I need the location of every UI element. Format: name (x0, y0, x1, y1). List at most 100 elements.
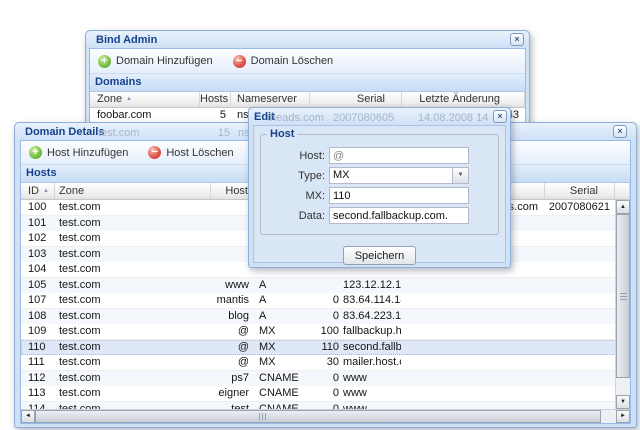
host-fieldset: Host Host: Type: MX ▼ MX: Dat (260, 128, 499, 235)
horizontal-scrollbar-thumb[interactable] (35, 410, 601, 423)
cell-nameserver (401, 309, 545, 325)
domains-grid-header: Zone ▲ Hosts Nameserver Serial Letzte Änd… (90, 92, 525, 108)
domain-delete-button[interactable]: − Domain Löschen (230, 54, 337, 69)
domain-details-close-icon[interactable]: × (613, 125, 627, 138)
add-icon: + (98, 54, 111, 68)
cell-serial (545, 371, 615, 387)
cell-serial (545, 309, 615, 325)
cell-zone: test.com (59, 232, 101, 244)
save-button[interactable]: Speichern (342, 246, 417, 265)
column-header-serial[interactable]: Serial (310, 92, 402, 107)
host-row[interactable]: 111 test.com @ MX 30 mailer.host.com (21, 355, 630, 371)
cell-mx: 0 (332, 371, 339, 384)
host-add-button[interactable]: + Host Hinzufügen (26, 145, 131, 160)
bind-admin-titlebar[interactable]: Bind Admin × (86, 31, 529, 48)
cell-data: fallbackup.host (343, 325, 401, 337)
horizontal-scrollbar[interactable]: ◄ ► (21, 409, 630, 423)
host-row[interactable]: 105 test.com www A 123.12.12.1 (21, 277, 630, 294)
cell-host: www (225, 278, 249, 291)
form-row-host: Host: (261, 147, 490, 164)
bind-admin-close-icon[interactable]: × (510, 33, 524, 46)
edit-dialog-body: Host Host: Type: MX ▼ MX: Dat (253, 125, 506, 265)
cell-host: mantis (216, 294, 249, 306)
ghost-zone-text: test.com (98, 127, 140, 139)
cell-host: @ (237, 325, 249, 337)
scroll-up-icon[interactable]: ▲ (616, 200, 630, 214)
cell-serial (545, 216, 615, 232)
cell-host: @ (237, 340, 249, 353)
column-header-letzte-aenderung[interactable]: Letzte Änderung (402, 92, 525, 107)
scroll-right-icon[interactable]: ► (616, 410, 630, 423)
edit-host-dialog: Edit × theads.com 2007080605 14.08.2008 … (248, 107, 511, 268)
column-header-host[interactable]: Host (211, 183, 253, 199)
host-row[interactable]: 112 test.com ps7 CNAME 0 www (21, 370, 630, 387)
cell-nameserver (401, 340, 545, 356)
cell-serial (545, 262, 615, 277)
host-row[interactable]: 109 test.com @ MX 100 fallbackup.host (21, 324, 630, 340)
ghost-changed-text: 14.08.2008 14 (418, 112, 489, 124)
cell-zone: test.com (59, 371, 101, 384)
data-field[interactable] (329, 207, 469, 224)
vertical-scrollbar-thumb[interactable] (616, 214, 630, 378)
host-row[interactable]: 108 test.com blog A 0 83.64.223.186 (21, 308, 630, 325)
cell-zone: test.com (59, 340, 101, 353)
cell-host: eigner (218, 387, 249, 399)
host-row[interactable]: 107 test.com mantis A 0 83.64.114.186 (21, 293, 630, 309)
host-row[interactable]: 113 test.com eigner CNAME 0 www (21, 386, 630, 402)
cell-id: 107 (28, 294, 47, 306)
host-row[interactable]: 114 test.com test CNAME 0 www (21, 401, 630, 410)
cell-zone: test.com (59, 356, 101, 368)
sort-asc-icon: ▲ (43, 188, 49, 194)
cell-mx: 0 (332, 294, 339, 306)
form-row-mx: MX: (261, 187, 490, 204)
cell-nameserver (401, 324, 545, 339)
host-field-label: Host: (299, 149, 325, 162)
column-header-serial[interactable]: Serial (545, 183, 615, 199)
cell-host (211, 216, 253, 232)
chevron-down-icon[interactable]: ▼ (452, 168, 468, 183)
cell-host: ps7 (231, 371, 249, 384)
cell-id: 104 (28, 263, 47, 275)
column-header-hosts[interactable]: Hosts (200, 92, 231, 107)
host-delete-button[interactable]: − Host Löschen (145, 145, 236, 160)
scroll-down-icon[interactable]: ▼ (616, 395, 630, 409)
column-header-nameserver[interactable]: Nameserver (231, 92, 310, 107)
host-row[interactable]: 110 test.com @ MX 110 second.fallbackup.… (21, 339, 630, 356)
cell-id: 109 (28, 325, 47, 337)
cell-id: 100 (28, 201, 47, 213)
cell-serial (545, 355, 615, 370)
remove-icon: − (232, 54, 246, 68)
column-header-zone[interactable]: Zone (55, 183, 211, 199)
column-header-id[interactable]: ID ▲ (21, 183, 55, 199)
cell-type: CNAME (259, 371, 299, 384)
column-header-zone[interactable]: Zone ▲ (90, 92, 200, 107)
host-field[interactable] (329, 147, 469, 164)
remove-icon: − (148, 146, 162, 159)
cell-type: A (259, 309, 267, 322)
type-select-value: MX (333, 169, 350, 181)
mx-field[interactable] (329, 187, 469, 204)
cell-id: 110 (28, 340, 46, 353)
scroll-left-icon[interactable]: ◄ (21, 410, 35, 423)
scrollbar-track[interactable] (601, 410, 616, 423)
cell-serial (545, 324, 615, 339)
cell-nameserver (401, 278, 545, 294)
domain-details-title: Domain Details (25, 126, 105, 138)
cell-mx (313, 278, 339, 294)
cell-mx: 110 (321, 340, 339, 353)
cell-host: test (231, 402, 249, 410)
cell-serial (545, 247, 615, 263)
domain-add-button[interactable]: + Domain Hinzufügen (95, 54, 216, 69)
cell-data: 83.64.114.186 (343, 294, 401, 306)
cell-serial (545, 402, 615, 410)
cell-data: 83.64.223.186 (343, 309, 401, 322)
bind-admin-title: Bind Admin (96, 34, 158, 46)
cell-data: second.fallbackup.com. (343, 340, 401, 353)
cell-nameserver (401, 371, 545, 387)
edit-dialog-close-icon[interactable]: × (493, 110, 507, 123)
cell-host (211, 200, 253, 215)
type-select[interactable]: MX ▼ (329, 167, 469, 184)
cell-host: blog (228, 309, 249, 322)
cell-nameserver (401, 386, 545, 401)
vertical-scrollbar[interactable]: ▲ ▼ (615, 200, 630, 409)
